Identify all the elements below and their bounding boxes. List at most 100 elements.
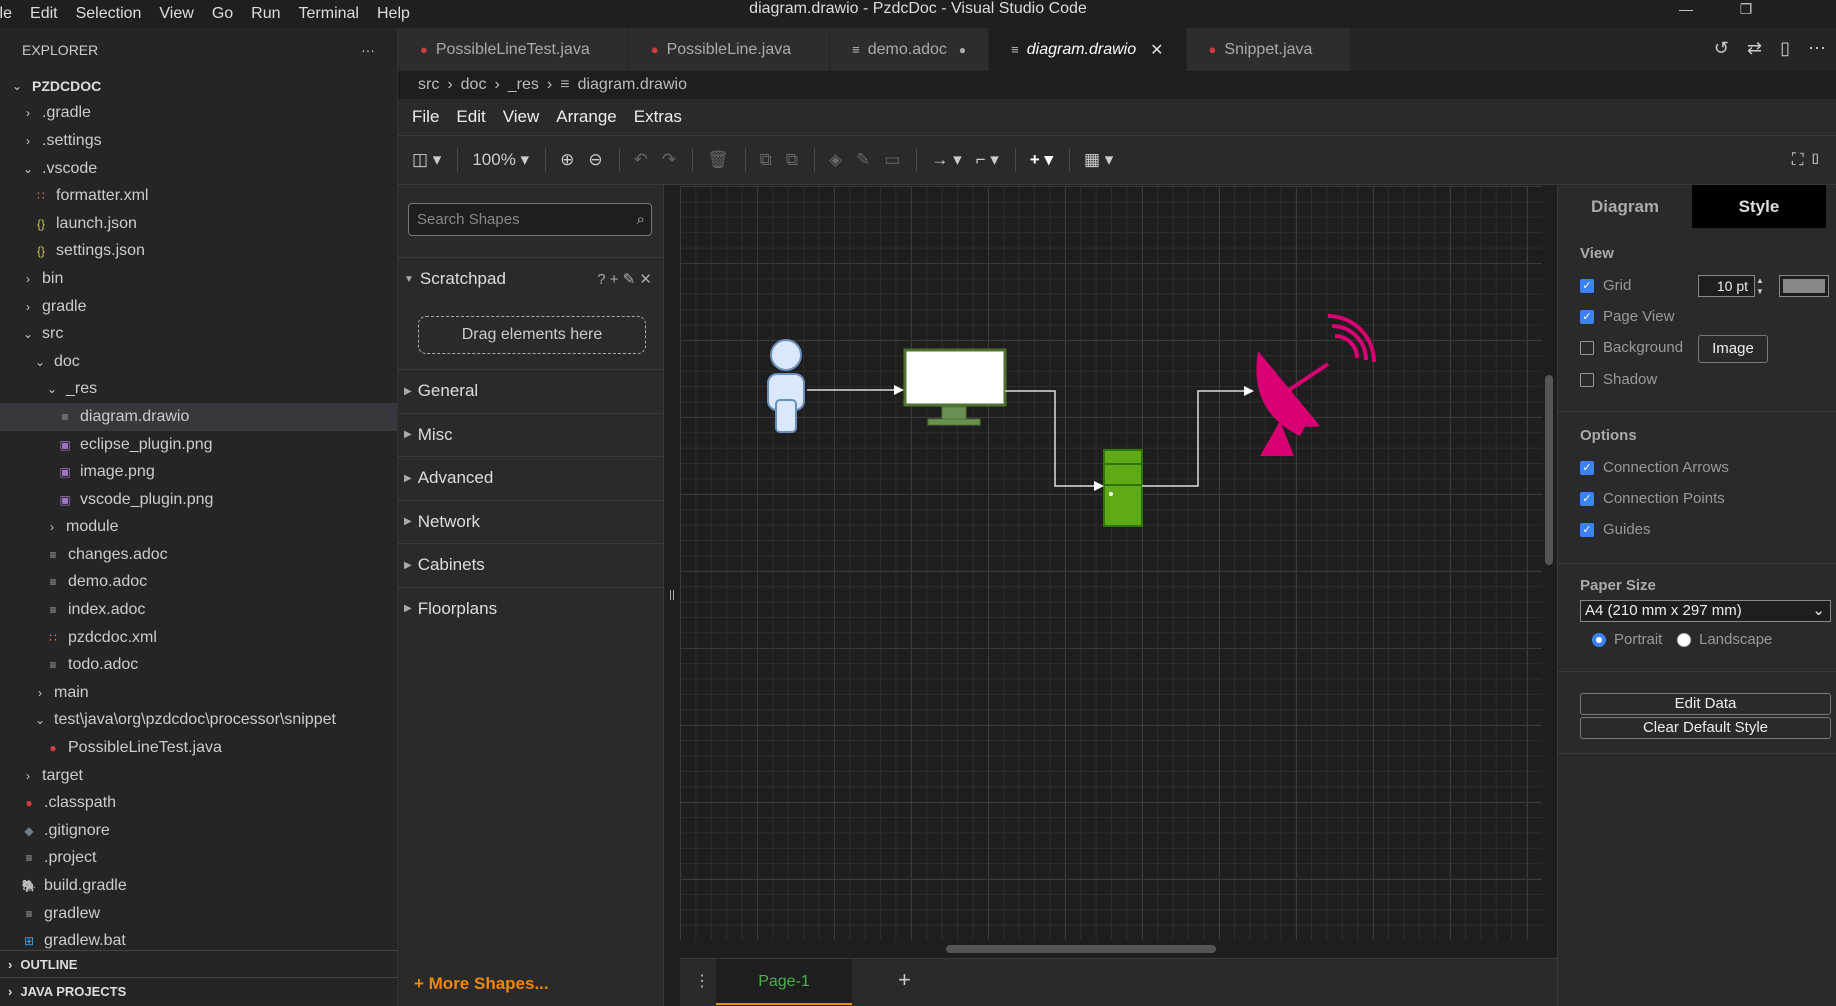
shadow-icon[interactable]: ▭ bbox=[884, 150, 900, 170]
user-shape[interactable] bbox=[767, 339, 805, 433]
minimize-icon[interactable]: — bbox=[1656, 0, 1716, 18]
tree-item[interactable]: › .gradle bbox=[0, 100, 397, 128]
menu-view[interactable]: View bbox=[150, 5, 202, 23]
tree-item[interactable]: ≡ demo.adoc bbox=[0, 569, 397, 597]
shape-library-floorplans[interactable]: ▶ Floorplans bbox=[398, 586, 664, 630]
menu-run[interactable]: Run bbox=[242, 5, 289, 23]
shadow-checkbox[interactable]: Shadow bbox=[1580, 371, 1657, 388]
connection-icon[interactable]: → ▾ bbox=[931, 150, 961, 170]
editor-tab[interactable]: ● Snippet.java bbox=[1186, 28, 1352, 71]
tree-item[interactable]: › target bbox=[0, 762, 397, 790]
drawio-menu-extras[interactable]: Extras bbox=[634, 107, 682, 127]
modified-dot-icon[interactable]: ● bbox=[959, 43, 966, 57]
tree-item[interactable]: › main bbox=[0, 679, 397, 707]
fullscreen-icon[interactable]: ⛶ ▯ bbox=[1792, 150, 1822, 170]
waypoints-icon[interactable]: ⌐ ▾ bbox=[976, 150, 999, 170]
outline-panel-header[interactable]: › OUTLINE bbox=[0, 950, 398, 977]
grid-size-stepper[interactable]: ▲ ▼ bbox=[1756, 275, 1764, 297]
scratchpad-header[interactable]: ▼ Scratchpad ? + ✎ ✕ bbox=[398, 257, 664, 300]
drawio-menu-edit[interactable]: Edit bbox=[456, 107, 485, 127]
tree-item[interactable]: ● PossibleLineTest.java bbox=[0, 734, 397, 762]
shape-library-general[interactable]: ▶ General bbox=[398, 369, 664, 412]
guides-checkbox[interactable]: ✓ Guides bbox=[1580, 521, 1651, 538]
paper-size-select[interactable]: A4 (210 mm x 297 mm) ⌄ bbox=[1580, 600, 1831, 622]
zoom-in-icon[interactable]: ⊕ bbox=[560, 150, 574, 170]
breadcrumb-src[interactable]: src bbox=[418, 76, 439, 94]
clear-default-style-button[interactable]: Clear Default Style bbox=[1580, 717, 1831, 739]
tree-item[interactable]: ∷ pzdcdoc.xml bbox=[0, 624, 397, 652]
tree-item[interactable]: › gradle bbox=[0, 293, 397, 321]
zoom-select[interactable]: 100% ▾ bbox=[472, 150, 529, 170]
tree-item[interactable]: ≡ .project bbox=[0, 845, 397, 873]
shape-library-advanced[interactable]: ▶ Advanced bbox=[398, 456, 664, 499]
editor-tab[interactable]: ● PossibleLineTest.java bbox=[398, 28, 629, 71]
diagram-canvas[interactable] bbox=[680, 186, 1542, 940]
edit-data-button[interactable]: Edit Data bbox=[1580, 693, 1831, 715]
line-color-icon[interactable]: ✎ bbox=[856, 150, 870, 170]
tab-style[interactable]: Style bbox=[1692, 185, 1826, 228]
editor-tab[interactable]: ≡ diagram.drawio ✕ bbox=[989, 28, 1187, 71]
tree-item[interactable]: ⌄ PZDCDOC bbox=[0, 72, 397, 100]
page-view-checkbox[interactable]: ✓ Page View bbox=[1580, 308, 1674, 325]
grid-color-button[interactable] bbox=[1779, 275, 1829, 297]
tree-item[interactable]: › bin bbox=[0, 265, 397, 293]
satellite-dish-shape[interactable] bbox=[1256, 314, 1376, 456]
split-editor-icon[interactable]: ▯ bbox=[1780, 38, 1790, 59]
menu-file[interactable]: ile bbox=[0, 5, 21, 23]
tree-item[interactable]: ▣ image.png bbox=[0, 458, 397, 486]
zoom-out-icon[interactable]: ⊖ bbox=[588, 150, 602, 170]
tree-item[interactable]: ≡ todo.adoc bbox=[0, 651, 397, 679]
insert-icon[interactable]: + ▾ bbox=[1030, 150, 1053, 170]
grid-size-input[interactable]: 10 pt bbox=[1698, 275, 1755, 297]
close-window-icon[interactable] bbox=[1776, 0, 1836, 18]
scratchpad-tools-icon[interactable]: ? + ✎ ✕ bbox=[597, 270, 652, 288]
undo-icon[interactable]: ↶ bbox=[634, 150, 648, 170]
shape-library-cabinets[interactable]: ▶ Cabinets bbox=[398, 543, 664, 586]
tab-diagram[interactable]: Diagram bbox=[1558, 185, 1692, 228]
redo-icon[interactable]: ↷ bbox=[662, 150, 676, 170]
tree-item[interactable]: ≡ gradlew bbox=[0, 900, 397, 928]
history-icon[interactable]: ↺ bbox=[1714, 38, 1729, 59]
menu-go[interactable]: Go bbox=[203, 5, 242, 23]
horizontal-scrollbar[interactable] bbox=[946, 945, 1216, 953]
java-projects-panel-header[interactable]: › JAVA PROJECTS bbox=[0, 977, 398, 1004]
to-front-icon[interactable]: ⧉ bbox=[760, 150, 772, 170]
editor-tab[interactable]: ● PossibleLine.java bbox=[628, 28, 831, 71]
tree-item[interactable]: ▣ eclipse_plugin.png bbox=[0, 431, 397, 459]
monitor-shape[interactable] bbox=[903, 348, 1007, 426]
background-checkbox[interactable]: Background bbox=[1580, 339, 1683, 356]
to-back-icon[interactable]: ⧉ bbox=[786, 150, 798, 170]
editor-tab[interactable]: ≡ demo.adoc ● bbox=[830, 28, 990, 71]
tree-item[interactable]: ● .classpath bbox=[0, 789, 397, 817]
fill-color-icon[interactable]: ◈ bbox=[829, 150, 842, 170]
tree-item[interactable]: ⌄ src bbox=[0, 320, 397, 348]
tree-item[interactable]: ▣ vscode_plugin.png bbox=[0, 486, 397, 514]
search-icon[interactable]: ⌕ bbox=[637, 204, 645, 235]
tree-item[interactable]: ◆ .gitignore bbox=[0, 817, 397, 845]
tree-item[interactable]: ≡ index.adoc bbox=[0, 596, 397, 624]
more-icon[interactable]: ⋯ bbox=[1808, 38, 1826, 59]
grid-checkbox[interactable]: ✓ Grid bbox=[1580, 277, 1631, 294]
scratchpad-dropzone[interactable]: Drag elements here bbox=[418, 316, 646, 354]
tree-item[interactable]: ≡ changes.adoc bbox=[0, 541, 397, 569]
drawio-menu-file[interactable]: File bbox=[412, 107, 439, 127]
pages-menu-icon[interactable]: ⋮ bbox=[694, 971, 710, 991]
breadcrumb-file[interactable]: diagram.drawio bbox=[578, 76, 687, 94]
restore-icon[interactable]: ❐ bbox=[1716, 0, 1776, 18]
connection-arrows-checkbox[interactable]: ✓ Connection Arrows bbox=[1580, 459, 1729, 476]
vertical-scrollbar[interactable] bbox=[1545, 375, 1553, 565]
menu-selection[interactable]: Selection bbox=[67, 5, 151, 23]
menu-help[interactable]: Help bbox=[368, 5, 419, 23]
landscape-radio[interactable]: Landscape bbox=[1677, 631, 1772, 648]
server-shape[interactable] bbox=[1103, 449, 1143, 527]
page-tab[interactable]: Page-1 bbox=[716, 959, 852, 1005]
connectors[interactable] bbox=[807, 389, 1250, 487]
tree-item[interactable]: ⌄ _res bbox=[0, 376, 397, 404]
delete-icon[interactable]: 🗑 bbox=[707, 150, 729, 170]
connection-points-checkbox[interactable]: ✓ Connection Points bbox=[1580, 490, 1725, 507]
search-shapes-input[interactable]: Search Shapes ⌕ bbox=[408, 203, 652, 236]
tree-item[interactable]: › module bbox=[0, 514, 397, 542]
panel-layout-icon[interactable]: ◫ ▾ bbox=[412, 150, 441, 170]
compare-icon[interactable]: ⇄ bbox=[1747, 38, 1762, 59]
tree-item[interactable]: ⌄ .vscode bbox=[0, 155, 397, 183]
